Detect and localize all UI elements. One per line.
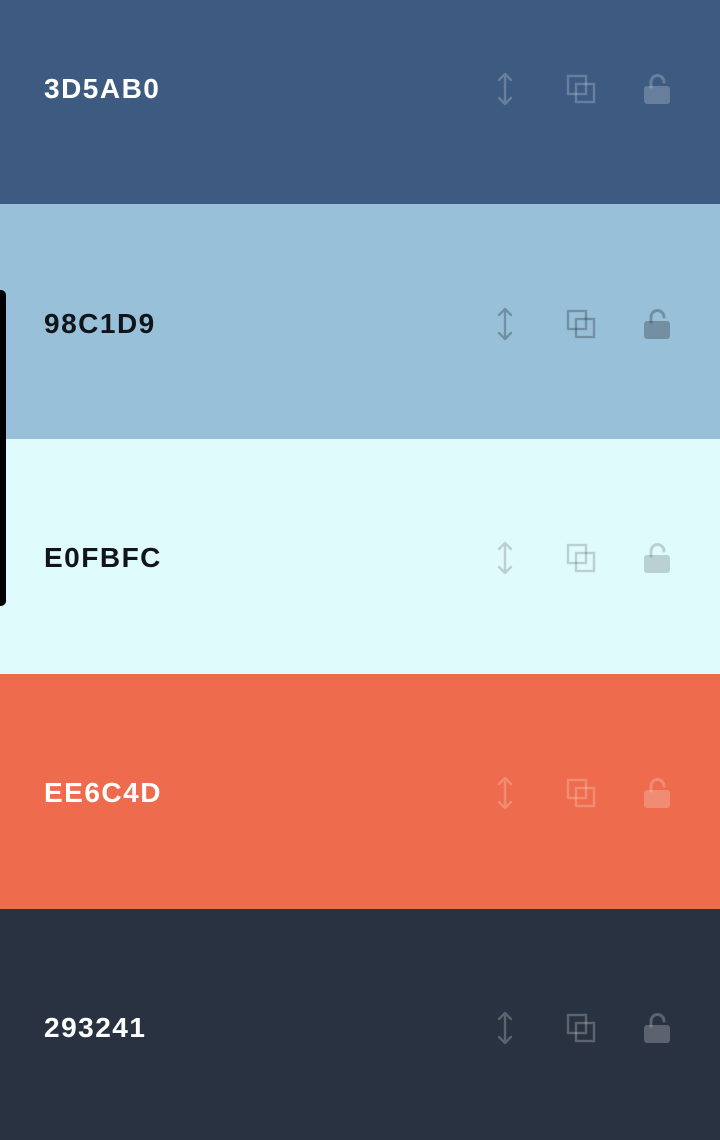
swatch-hex-label[interactable]: EE6C4D (44, 776, 162, 810)
lock-button[interactable] (635, 67, 679, 111)
drag-handle-icon (497, 1011, 513, 1045)
copy-button[interactable] (559, 302, 603, 346)
drag-handle-icon (497, 541, 513, 575)
swatch-hex-label[interactable]: 293241 (44, 1011, 146, 1045)
drag-handle-icon (497, 307, 513, 341)
drag-button[interactable] (483, 536, 527, 580)
lock-button[interactable] (635, 536, 679, 580)
copy-button[interactable] (559, 771, 603, 815)
unlock-icon (644, 778, 670, 808)
swatch-hex-label[interactable]: 98C1D9 (44, 307, 156, 341)
side-edge-handle[interactable] (0, 290, 6, 606)
lock-button[interactable] (635, 1006, 679, 1050)
copy-icon (566, 778, 596, 808)
copy-icon (566, 1013, 596, 1043)
unlock-icon (644, 1013, 670, 1043)
unlock-icon (644, 74, 670, 104)
drag-button[interactable] (483, 67, 527, 111)
unlock-icon (644, 309, 670, 339)
lock-button[interactable] (635, 302, 679, 346)
swatch-hex-label[interactable]: E0FBFC (44, 541, 162, 575)
copy-button[interactable] (559, 536, 603, 580)
swatch-1[interactable]: 3D5AB0 (0, 0, 720, 204)
swatch-hex-label[interactable]: 3D5AB0 (44, 72, 160, 106)
swatch-5[interactable]: 293241 (0, 909, 720, 1140)
drag-handle-icon (497, 776, 513, 810)
drag-button[interactable] (483, 1006, 527, 1050)
copy-icon (566, 543, 596, 573)
unlock-icon (644, 543, 670, 573)
swatch-4[interactable]: EE6C4D (0, 674, 720, 909)
copy-icon (566, 74, 596, 104)
drag-button[interactable] (483, 302, 527, 346)
swatch-2[interactable]: 98C1D9 (0, 204, 720, 439)
color-palette: 3D5AB0 98C1D9 E0FBFC EE6C4D 293241 (0, 0, 720, 1140)
swatch-3[interactable]: E0FBFC (0, 439, 720, 674)
drag-handle-icon (497, 72, 513, 106)
copy-button[interactable] (559, 1006, 603, 1050)
copy-icon (566, 309, 596, 339)
copy-button[interactable] (559, 67, 603, 111)
drag-button[interactable] (483, 771, 527, 815)
lock-button[interactable] (635, 771, 679, 815)
